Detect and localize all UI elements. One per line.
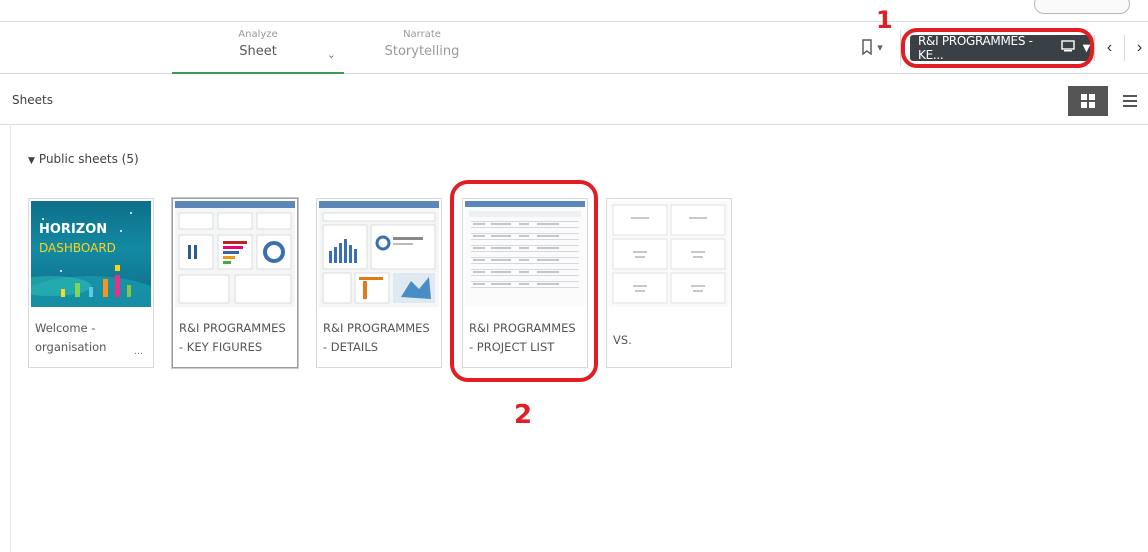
- sheet-card-details[interactable]: R&I PROGRAMMES - DETAILS: [316, 198, 442, 368]
- tab-storytelling-label: Storytelling: [384, 44, 460, 59]
- tab-narrate-label: Narrate: [403, 29, 441, 40]
- grid-view-button[interactable]: [1068, 86, 1108, 116]
- tab-narrate-storytelling[interactable]: Narrate Storytelling: [352, 28, 492, 62]
- sheet-card-key-figures[interactable]: R&I PROGRAMMES - KEY FIGURES: [172, 198, 298, 368]
- title-line2: - DETAILS: [323, 340, 379, 354]
- bookmark-icon: [862, 39, 872, 55]
- chevron-left-icon: ‹: [1106, 39, 1113, 56]
- sheet-card-title: R&I PROGRAMMES - PROJECT LIST: [469, 319, 583, 357]
- title-line2: - PROJECT LIST: [469, 340, 555, 354]
- current-sheet-selector[interactable]: R&I PROGRAMMES - KE... ▼: [910, 34, 1091, 62]
- bookmark-button[interactable]: ▾: [848, 34, 896, 60]
- vs-thumbnail: [609, 201, 729, 307]
- sheet-card-title: VS.: [613, 331, 727, 350]
- section-label: Public sheets (5): [38, 152, 139, 166]
- title-line1: VS.: [613, 333, 632, 347]
- annotation-number-2: 2: [514, 400, 533, 430]
- toolbar: Analyze Sheet ⌄ Narrate Storytelling ▾ R…: [0, 22, 1148, 74]
- title-line2: - KEY FIGURES: [179, 340, 263, 354]
- grid-view-icon: [1081, 94, 1095, 108]
- title-line2: organisation: [35, 340, 107, 354]
- sheet-card-title: R&I PROGRAMMES - KEY FIGURES: [179, 319, 293, 357]
- sheet-card-title: Welcome - organisation: [35, 319, 149, 357]
- title-line1: R&I PROGRAMMES: [469, 321, 576, 335]
- public-sheets-toggle[interactable]: ▼ Public sheets (5): [28, 152, 139, 166]
- sheet-thumbnail: [319, 201, 439, 307]
- details-thumbnail: [319, 201, 439, 307]
- title-line1: R&I PROGRAMMES: [179, 321, 286, 335]
- sheet-thumbnail: HORIZON DASHBOARD: [31, 201, 151, 307]
- tab-sheet-label: Sheet: [239, 44, 277, 59]
- sheets-header: Sheets: [0, 75, 1148, 125]
- sheet-card-welcome[interactable]: HORIZON DASHBOARD Welcome - organisation…: [28, 198, 154, 368]
- thumb-logo-line1: HORIZON: [39, 222, 108, 237]
- list-view-button[interactable]: [1112, 86, 1148, 116]
- title-line1: Welcome -: [35, 321, 96, 335]
- top-pill[interactable]: [1034, 0, 1130, 14]
- chevron-right-icon: ›: [1136, 39, 1143, 56]
- tab-analyze-label: Analyze: [238, 29, 278, 40]
- tab-analyze-sheet[interactable]: Analyze Sheet ⌄: [172, 28, 344, 74]
- sheet-card-title: R&I PROGRAMMES - DETAILS: [323, 319, 437, 357]
- sheet-card-vs[interactable]: VS.: [606, 198, 732, 368]
- left-rule: [10, 126, 11, 552]
- sheet-thumbnail: [465, 201, 585, 307]
- annotation-number-1: 1: [876, 6, 893, 34]
- caret-down-icon: ▾: [877, 41, 883, 54]
- caret-down-icon: ▼: [1082, 42, 1091, 54]
- caret-down-icon: ▼: [28, 156, 35, 166]
- list-view-icon: [1123, 95, 1137, 107]
- toolbar-divider: [900, 30, 901, 66]
- sheet-icon: [1060, 40, 1075, 56]
- sheet-thumbnail: [609, 201, 729, 307]
- previous-sheet-button[interactable]: ‹: [1094, 35, 1124, 61]
- current-sheet-label: R&I PROGRAMMES - KE...: [918, 34, 1033, 62]
- top-strip: [0, 0, 1148, 22]
- chevron-down-icon[interactable]: ⌄: [327, 48, 336, 61]
- project-list-thumbnail: [465, 201, 585, 307]
- sheet-thumbnail: [175, 201, 295, 307]
- sheets-title: Sheets: [12, 93, 53, 107]
- thumb-logo-line2: DASHBOARD: [39, 241, 116, 255]
- next-sheet-button[interactable]: ›: [1124, 35, 1148, 61]
- key-figures-thumbnail: [175, 201, 295, 307]
- more-options-icon[interactable]: ...: [134, 345, 143, 357]
- title-line1: R&I PROGRAMMES: [323, 321, 430, 335]
- sheet-card-project-list[interactable]: R&I PROGRAMMES - PROJECT LIST: [462, 198, 588, 368]
